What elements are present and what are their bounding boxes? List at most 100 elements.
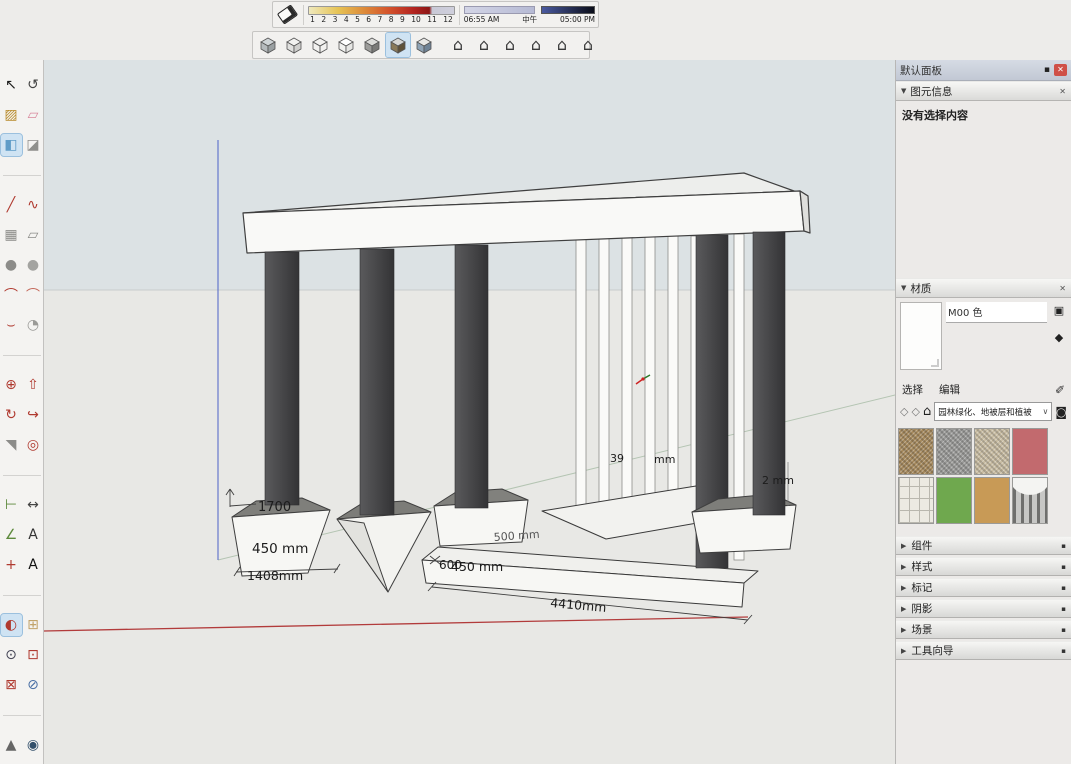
pin-icon[interactable]: ▪	[1044, 65, 1050, 75]
swatch-pane-icon[interactable]: ▣	[1054, 304, 1064, 317]
swatch-gate-gray[interactable]	[1012, 477, 1048, 524]
pan-tool[interactable]: ⊞	[23, 614, 44, 636]
collapse-triangle-icon[interactable]: ▼	[901, 284, 906, 292]
push-pull-tool[interactable]: ⇧	[23, 374, 44, 396]
paint-bucket-tool[interactable]: ▨	[1, 104, 22, 126]
text-tool[interactable]: A	[23, 524, 44, 546]
hidden-line-mode-icon[interactable]	[334, 33, 358, 57]
sample-paint-icon[interactable]: ◆	[1055, 331, 1063, 344]
dimension-tool[interactable]: ↔	[23, 494, 44, 516]
forward-arrow-icon[interactable]: ◇	[911, 405, 919, 418]
back-view-icon[interactable]: ⌂	[550, 33, 574, 57]
3d-viewport[interactable]: 1700 450 mm 1408mm 600 450 mm 500 mm 441…	[44, 60, 895, 764]
collapsed-triangle-icon[interactable]: ▶	[901, 542, 906, 550]
shadow-month-slider[interactable]: 123456789101112	[308, 6, 455, 24]
axes-tool[interactable]: +	[1, 554, 22, 576]
paint-bucket-icon[interactable]: ◙	[1055, 405, 1067, 419]
flatten-tool[interactable]: ◪	[23, 134, 44, 156]
section-components[interactable]: ▶组件▪	[896, 536, 1071, 555]
left-view-icon[interactable]: ⌂	[576, 33, 600, 57]
lasso-tool[interactable]: ↺	[23, 74, 44, 96]
look-around-tool[interactable]: ◉	[23, 734, 44, 756]
material-name-field[interactable]: M00 色	[946, 302, 1047, 323]
section-styles-close-icon[interactable]: ▪	[1061, 563, 1066, 571]
collapsed-triangle-icon[interactable]: ▶	[901, 626, 906, 634]
section-tags[interactable]: ▶标记▪	[896, 578, 1071, 597]
material-category-dropdown[interactable]: 园林绿化、地被层和植被 ∨	[934, 402, 1052, 421]
swatch-gravel-gray[interactable]	[936, 428, 972, 475]
tape-measure-tool[interactable]: ⊢	[1, 494, 22, 516]
section-shadows-close-icon[interactable]: ▪	[1061, 605, 1066, 613]
back-edges-mode-icon[interactable]	[282, 33, 306, 57]
collapsed-triangle-icon[interactable]: ▶	[901, 563, 906, 571]
zoom-extents-tool[interactable]: ⊠	[1, 674, 22, 696]
collapsed-triangle-icon[interactable]: ▶	[901, 605, 906, 613]
xray-mode-icon[interactable]	[256, 33, 280, 57]
month-gradient-slider[interactable]	[308, 6, 455, 15]
arc-tool[interactable]: ⌒	[1, 284, 22, 306]
eraser-toolbar-button[interactable]	[276, 3, 299, 26]
monochrome-mode-icon[interactable]	[412, 33, 436, 57]
line-tool[interactable]: ╱	[1, 194, 22, 216]
swatch-gravel-brown[interactable]	[898, 428, 934, 475]
section-shadows[interactable]: ▶阴影▪	[896, 599, 1071, 618]
section-scenes-close-icon[interactable]: ▪	[1061, 626, 1066, 634]
material-preview-swatch[interactable]	[900, 302, 942, 370]
close-icon[interactable]: ✕	[1054, 64, 1067, 76]
protractor-tool[interactable]: ∠	[1, 524, 22, 546]
collapse-triangle-icon[interactable]: ▼	[901, 87, 906, 95]
tab-select[interactable]: 选择	[902, 382, 923, 397]
tray-title-bar[interactable]: 默认面板 ▪ ✕	[896, 60, 1071, 81]
select-tool[interactable]: ↖	[1, 74, 22, 96]
entity-info-close-icon[interactable]: ✕	[1059, 87, 1066, 96]
shaded-textures-mode-icon[interactable]	[386, 33, 410, 57]
eraser-tool[interactable]: ▱	[23, 104, 44, 126]
shadow-time-slider[interactable]: 06:55 AM 中午 05:00 PM	[464, 6, 595, 24]
zoom-window-tool[interactable]: ⊡	[23, 644, 44, 666]
freehand-tool[interactable]: ∿	[23, 194, 44, 216]
tab-edit[interactable]: 编辑	[939, 382, 960, 397]
pie-tool[interactable]: ◔	[23, 314, 44, 336]
swatch-pavers-white[interactable]	[898, 477, 934, 524]
3d-text-tool[interactable]: A	[23, 554, 44, 576]
position-camera-tool[interactable]: ▲	[1, 734, 22, 756]
section-instructor[interactable]: ▶工具向导▪	[896, 641, 1071, 660]
section-components-close-icon[interactable]: ▪	[1061, 542, 1066, 550]
section-tags-close-icon[interactable]: ▪	[1061, 584, 1066, 592]
section-scenes[interactable]: ▶场景▪	[896, 620, 1071, 639]
circle-tool[interactable]: ●	[1, 254, 22, 276]
rotate-tool[interactable]: ↻	[1, 404, 22, 426]
orbit-tool[interactable]: ◐	[1, 614, 22, 636]
two-point-arc-tool[interactable]: ⌒	[23, 284, 44, 306]
swatch-cobblestone[interactable]	[974, 428, 1010, 475]
top-view-icon[interactable]: ⌂	[472, 33, 496, 57]
previous-view-tool[interactable]: ⊘	[23, 674, 44, 696]
follow-me-tool[interactable]: ↪	[23, 404, 44, 426]
materials-close-icon[interactable]: ✕	[1059, 284, 1066, 293]
collapsed-triangle-icon[interactable]: ▶	[901, 647, 906, 655]
time-dark-slider[interactable]	[541, 6, 595, 14]
move-tool[interactable]: ⊕	[1, 374, 22, 396]
offset-tool[interactable]: ◎	[23, 434, 44, 456]
swatch-rose[interactable]	[1012, 428, 1048, 475]
scale-tool[interactable]: ◥	[1, 434, 22, 456]
home-icon[interactable]: ⌂	[923, 404, 931, 419]
time-gradient-slider[interactable]	[464, 6, 535, 14]
section-styles[interactable]: ▶样式▪	[896, 557, 1071, 576]
swatch-sand-tan[interactable]	[974, 477, 1010, 524]
iso-view-icon[interactable]: ⌂	[446, 33, 470, 57]
polygon-tool[interactable]: ●	[23, 254, 44, 276]
three-point-arc-tool[interactable]: ⌣	[1, 314, 22, 336]
entity-info-header[interactable]: ▼ 图元信息 ✕	[896, 81, 1071, 101]
shaded-mode-icon[interactable]	[360, 33, 384, 57]
materials-header[interactable]: ▼ 材质 ✕	[896, 278, 1071, 298]
front-view-icon[interactable]: ⌂	[498, 33, 522, 57]
eyedropper-icon[interactable]: ✐	[1055, 383, 1065, 397]
material-cube-tool[interactable]: ◧	[1, 134, 22, 156]
rectangle-tool[interactable]: ▦	[1, 224, 22, 246]
back-arrow-icon[interactable]: ◇	[900, 405, 908, 418]
wireframe-mode-icon[interactable]	[308, 33, 332, 57]
rotated-rectangle-tool[interactable]: ▱	[23, 224, 44, 246]
collapsed-triangle-icon[interactable]: ▶	[901, 584, 906, 592]
zoom-tool[interactable]: ⊙	[1, 644, 22, 666]
